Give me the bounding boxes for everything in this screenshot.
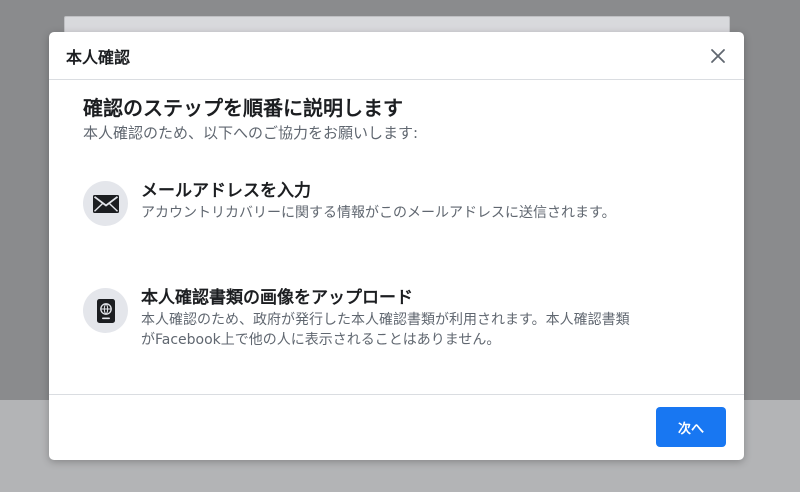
steps-subheading: 本人確認のため、以下へのご協力をお願いします: [83,124,419,142]
steps-heading: 確認のステップを順番に説明します [83,96,403,120]
dialog-body: 確認のステップを順番に説明します 本人確認のため、以下へのご協力をお願いします:… [49,80,744,393]
verification-dialog: 本人確認 確認のステップを順番に説明します 本人確認のため、以下へのご協力をお願… [49,32,744,460]
step-email-title: メールアドレスを入力 [141,181,311,201]
dialog-title: 本人確認 [66,47,131,67]
dialog-header: 本人確認 [49,32,744,80]
dialog-footer: 次へ [49,394,744,460]
step-email: メールアドレスを入力 アカウントリカバリーに関する情報がこのメールアドレスに送信… [83,181,721,226]
step-id-upload-description-line2: がFacebook上で他の人に表示されることはありません。 [141,332,501,348]
step-email-text: メールアドレスを入力 アカウントリカバリーに関する情報がこのメールアドレスに送信… [141,179,721,223]
close-icon [711,48,725,63]
next-button[interactable]: 次へ [656,407,726,447]
close-button[interactable] [704,42,732,70]
step-id-upload: 本人確認書類の画像をアップロード 本人確認のため、政府が発行した本人確認書類が利… [83,288,721,350]
id-document-icon [83,288,128,333]
step-email-description: アカウントリカバリーに関する情報がこのメールアドレスに送信されます。 [141,205,616,221]
envelope-icon [83,181,128,226]
step-id-upload-title: 本人確認書類の画像をアップロード [141,288,413,308]
step-id-upload-description-line1: 本人確認のため、政府が発行した本人確認書類が利用されます。本人確認書類 [141,312,630,328]
step-id-upload-text: 本人確認書類の画像をアップロード 本人確認のため、政府が発行した本人確認書類が利… [141,286,721,350]
